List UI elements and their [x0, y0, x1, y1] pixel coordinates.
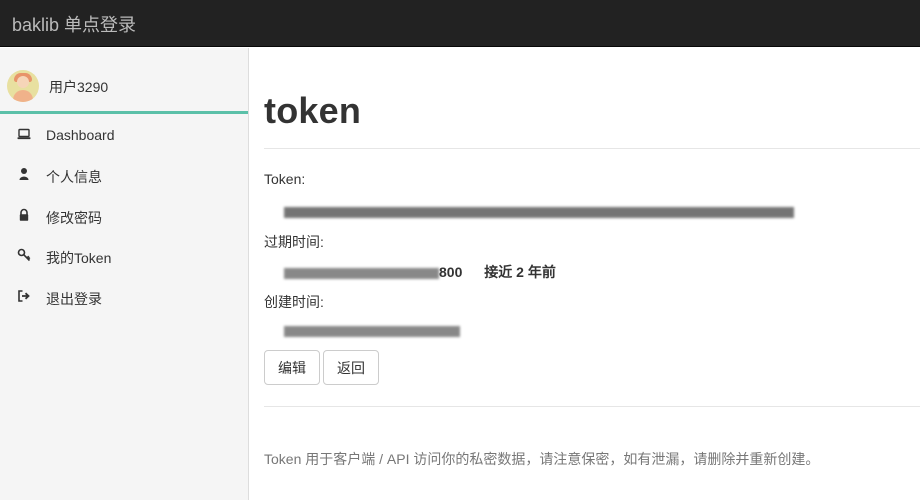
- expire-relative: 接近 2 年前: [484, 264, 556, 280]
- created-label: 创建时间:: [264, 294, 324, 310]
- expire-value: 800 接近 2 年前: [284, 262, 556, 282]
- sidebar-item-logout[interactable]: 退出登录: [0, 276, 248, 316]
- lock-icon: [17, 208, 31, 222]
- sidebar-item-label: 退出登录: [46, 290, 102, 307]
- sidebar-item-my-token[interactable]: 我的Token: [0, 235, 248, 275]
- expire-label: 过期时间:: [264, 234, 324, 250]
- token-label: Token:: [264, 171, 306, 187]
- back-button[interactable]: 返回: [323, 350, 379, 385]
- token-value-redacted: [284, 203, 794, 219]
- sidebar-nav: Dashboard 个人信息 修改密码 我的Token 退出登录: [0, 114, 248, 316]
- username: 用户3290: [49, 79, 109, 95]
- divider: [264, 406, 920, 407]
- help-text: Token 用于客户端 / API 访问你的私密数据，请注意保密，如有泄漏，请删…: [264, 451, 820, 467]
- top-navbar: baklib 单点登录: [0, 0, 920, 47]
- sidebar-item-dashboard[interactable]: Dashboard: [0, 114, 248, 154]
- laptop-icon: [17, 127, 31, 141]
- user-panel: 用户3290: [0, 48, 248, 114]
- key-icon: [17, 248, 31, 262]
- sidebar-item-profile[interactable]: 个人信息: [0, 154, 248, 194]
- sidebar-item-label: Dashboard: [46, 127, 115, 143]
- sidebar-item-label: 修改密码: [46, 209, 102, 226]
- created-value-redacted: [284, 322, 460, 338]
- user-icon: [17, 167, 31, 181]
- sidebar-item-label: 我的Token: [46, 250, 112, 267]
- avatar: [7, 70, 39, 102]
- sidebar: 用户3290 Dashboard 个人信息 修改密码 我的Token 退出登录: [0, 48, 249, 500]
- sidebar-item-label: 个人信息: [46, 169, 102, 186]
- sign-out-icon: [17, 289, 31, 303]
- edit-button[interactable]: 编辑: [264, 350, 320, 385]
- brand-link[interactable]: baklib 单点登录: [12, 11, 136, 37]
- sidebar-item-change-password[interactable]: 修改密码: [0, 195, 248, 235]
- divider: [264, 148, 920, 149]
- expire-value-suffix: 800: [439, 264, 463, 280]
- page-title: token: [264, 90, 362, 131]
